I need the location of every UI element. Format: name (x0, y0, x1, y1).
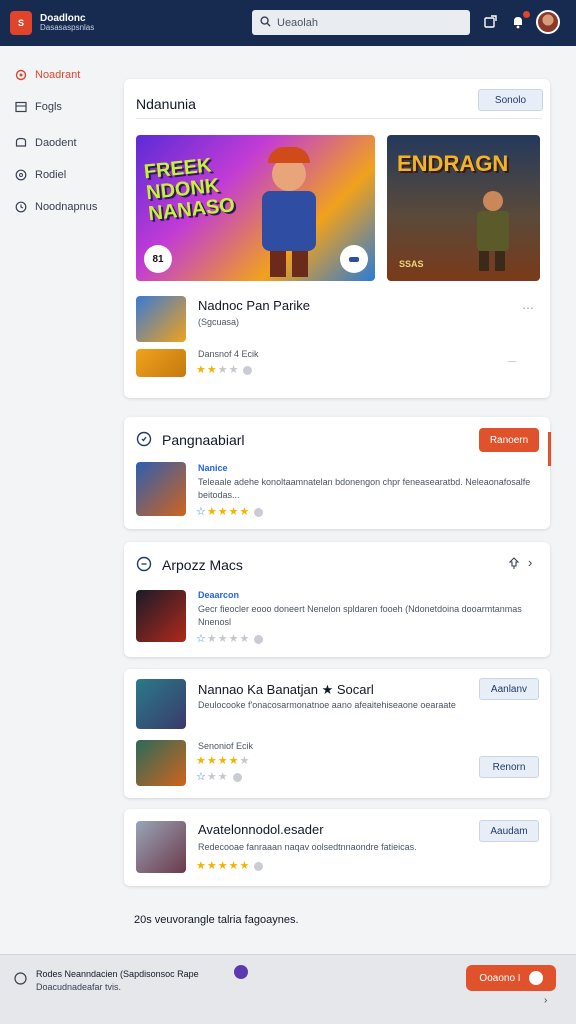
footer-note: 20s veuvorangle talria fagoaynes. (134, 914, 299, 926)
section-3-rating-2: ☆★★ (196, 770, 242, 783)
banner-2-caption: SSAS (399, 259, 424, 269)
section-4-button[interactable]: Aaudam (479, 820, 539, 842)
section-4-thumb[interactable] (136, 821, 186, 873)
app-logo[interactable]: S (10, 11, 32, 35)
bottom-line-1: Rodes Neanndacien (Sapdisonsoc Rape (36, 969, 199, 979)
brand: Doadlonc Dasasaspsnlas (40, 13, 94, 33)
clock-icon (14, 200, 27, 213)
section-2-item-desc: Gecr fieocler eooo doneert Nenelon splda… (198, 604, 522, 627)
sidebar-item-label: Noodnapnus (35, 200, 98, 213)
section-2-thumb[interactable] (136, 590, 186, 642)
banner-2-figure (473, 191, 513, 271)
section-1-accent (548, 432, 551, 466)
section-3-thumb-2[interactable] (136, 740, 186, 786)
sidebar-item-label: Rodiel (35, 168, 67, 181)
section-1-item-desc: Teleaale adehe konoltaamnatelan bdonengo… (198, 477, 531, 500)
section-4-rating: ★★★★★ (196, 859, 264, 872)
bell-icon[interactable] (510, 11, 530, 30)
banner-2-title: ENDRAGN (397, 151, 509, 176)
chevron-icon[interactable]: › (544, 995, 547, 1006)
game-subtitle: (Sgcuasa) (198, 317, 240, 327)
section-3-rating-1: ★★★★★ (196, 755, 251, 767)
section-card-2: Arpozz Macs › Deaarcon Gecr fieocler eoo… (124, 542, 550, 657)
section-4-desc: Redecooae fanraaan naqav oolsedtnnaondre… (198, 842, 417, 852)
sidebar-item-fogls[interactable]: Fogls (14, 100, 62, 113)
game-title[interactable]: Nadnoc Pan Parike (198, 298, 310, 313)
bottom-action-button[interactable]: Ooaono I (466, 965, 556, 991)
bottom-action-label: Ooaono I (479, 972, 521, 984)
game-thumb-2[interactable] (136, 349, 186, 377)
info-icon (14, 972, 27, 990)
section-3-thumb[interactable] (136, 679, 186, 729)
bottom-line-2: Doacudnadeafar tvis. (36, 982, 122, 992)
bottom-badge-icon (234, 965, 248, 979)
grid-icon (14, 100, 27, 113)
search-icon (260, 14, 271, 32)
sidebar-item-noodnapnus[interactable]: Noodnapnus (14, 200, 97, 213)
pin-icon[interactable] (508, 557, 520, 575)
target-icon (14, 68, 27, 81)
brand-subtitle: Dasasaspsnlas (40, 23, 95, 33)
sidebar-item-label: Fogls (35, 100, 62, 113)
featured-search-value: Ndanunia (136, 95, 196, 112)
section-3-meta: Senoniof Ecik (198, 741, 254, 751)
avatar[interactable] (536, 10, 560, 34)
section-1-icon (136, 431, 152, 452)
top-bar: S Doadlonc Dasasaspsnlas (0, 0, 576, 46)
game-thumb[interactable] (136, 296, 186, 342)
search-input[interactable] (277, 16, 457, 29)
section-1-item-name[interactable]: Nanice (198, 463, 228, 473)
game-side-label: ― (508, 357, 516, 366)
section-2-icon (136, 556, 152, 577)
game-meta: Dansnof 4 Ecik (198, 349, 259, 359)
section-1-title: Pangnaabiarl (162, 432, 245, 448)
banner-1-hero (254, 147, 324, 277)
bottom-action-icon (528, 971, 543, 985)
game-rating: ★★★★ (196, 363, 253, 376)
bottom-bar: Rodes Neanndacien (Sapdisonsoc Rape Doac… (0, 954, 576, 1024)
sidebar-item-noadrant[interactable]: Noadrant (14, 68, 80, 81)
sidebar-item-label: Noadrant (35, 68, 81, 81)
chevron-right-icon[interactable]: › (528, 555, 532, 570)
compass-icon (14, 168, 27, 181)
banner-1-badge: 81 (144, 245, 172, 273)
sidebar-item-daodent[interactable]: Daodent (14, 136, 77, 149)
search-bar[interactable] (252, 10, 470, 35)
section-card-4: Avatelonnodol.esader Aaudam Redecooae fa… (124, 809, 550, 886)
featured-banner-1[interactable]: FREEK NDONK NANASO 81 (136, 135, 375, 281)
banner-1-play-icon[interactable] (340, 245, 368, 273)
section-4-title[interactable]: Avatelonnodol.esader (198, 822, 324, 837)
section-1-rating: ☆★★★★ (196, 505, 264, 518)
section-card-1: Pangnaabiarl Ranoern Nanice Teleaale ade… (124, 417, 550, 529)
more-icon[interactable]: ⋯ (522, 301, 534, 315)
select-button[interactable]: Sonolo (478, 89, 543, 111)
section-3-button[interactable]: Aanlanv (479, 678, 539, 700)
sidebar-item-rodiel[interactable]: Rodiel (14, 168, 66, 181)
section-1-button[interactable]: Ranoern (479, 428, 539, 452)
section-2-item-name[interactable]: Deaarcon (198, 590, 239, 600)
share-icon[interactable] (482, 14, 498, 30)
section-1-thumb[interactable] (136, 462, 186, 516)
sidebar: Noadrant Fogls Daodent Rodiel Noodnapnus (0, 46, 112, 954)
notification-badge (523, 11, 530, 18)
section-card-3: Nannao Ka Banatjan ★ Socarl Aanlanv Deul… (124, 669, 550, 798)
section-3-desc: Deulocooke f'onacosarmonatnoe aano afeai… (198, 700, 456, 710)
section-2-rating: ☆★★★★ (196, 632, 264, 645)
section-3-title[interactable]: Nannao Ka Banatjan ★ Socarl (198, 682, 374, 698)
section-3-button-2[interactable]: Renorn (479, 756, 539, 778)
featured-banner-2[interactable]: ENDRAGN SSAS (387, 135, 540, 281)
featured-card: Ndanunia Sonolo FREEK NDONK NANASO 81 EN… (124, 79, 550, 398)
section-2-title: Arpozz Macs (162, 557, 243, 573)
sidebar-item-label: Daodent (35, 136, 77, 149)
chat-icon (14, 136, 27, 149)
